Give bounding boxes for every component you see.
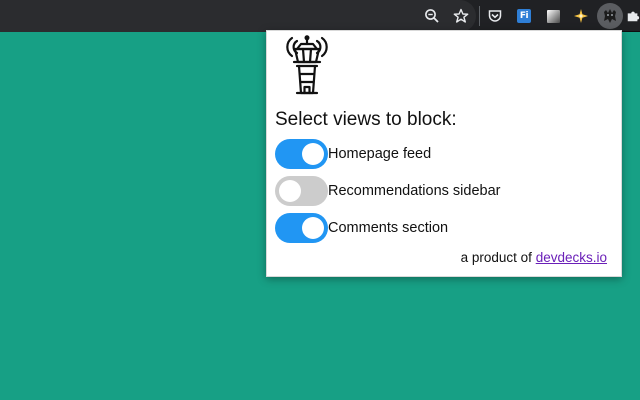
bookmark-star-icon[interactable] bbox=[450, 5, 472, 27]
switch-knob bbox=[302, 143, 324, 165]
recommendations-sidebar-label: Recommendations sidebar bbox=[328, 183, 501, 199]
comments-section-switch[interactable] bbox=[275, 213, 328, 243]
sparkle-extension-icon[interactable] bbox=[570, 5, 592, 27]
toggle-comments-section[interactable]: Comments section bbox=[275, 213, 448, 243]
switch-knob bbox=[302, 217, 324, 239]
toggle-homepage-feed[interactable]: Homepage feed bbox=[275, 139, 431, 169]
toggle-recommendations-sidebar[interactable]: Recommendations sidebar bbox=[275, 176, 500, 206]
browser-toolbar: Fi bbox=[0, 0, 640, 32]
extension-popup: Select views to block: Homepage feed Rec… bbox=[266, 30, 622, 277]
homepage-feed-label: Homepage feed bbox=[328, 146, 432, 162]
popup-heading: Select views to block: bbox=[275, 109, 457, 130]
fi-extension-icon[interactable]: Fi bbox=[513, 5, 535, 27]
toolbar-separator bbox=[479, 6, 480, 26]
gray-square-extension-icon[interactable] bbox=[542, 5, 564, 27]
homepage-feed-switch[interactable] bbox=[275, 139, 328, 169]
pocket-icon[interactable] bbox=[484, 5, 506, 27]
address-bar[interactable] bbox=[0, 0, 476, 32]
active-extension-icon[interactable] bbox=[597, 3, 623, 29]
puzzle-icon[interactable] bbox=[626, 5, 640, 27]
footer-prefix: a product of bbox=[460, 250, 536, 265]
fi-extension-label: Fi bbox=[517, 9, 531, 23]
devdecks-link[interactable]: devdecks.io bbox=[536, 250, 607, 265]
switch-knob bbox=[279, 180, 301, 202]
footer-credit: a product of devdecks.io bbox=[461, 250, 607, 265]
comments-section-label: Comments section bbox=[328, 220, 449, 236]
zoom-icon[interactable] bbox=[421, 5, 443, 27]
control-tower-icon bbox=[286, 35, 328, 95]
recommendations-sidebar-switch[interactable] bbox=[275, 176, 328, 206]
